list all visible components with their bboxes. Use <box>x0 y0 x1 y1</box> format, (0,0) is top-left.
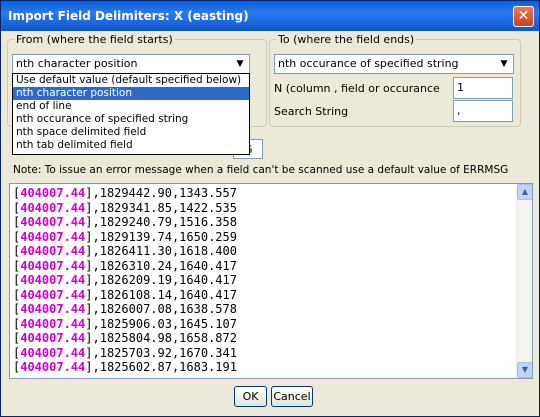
listing-line: [404007.44],1826007.08,1638.578 <box>13 302 237 316</box>
listing-line: [404007.44],1829139.74,1650.259 <box>13 229 237 244</box>
listing-line: [404007.44],1826411.30,1618.400 <box>13 244 237 258</box>
errmsg-note: Note: To issue an error message when a f… <box>13 164 509 176</box>
from-dropdown-list[interactable]: Use default value (default specified bel… <box>12 73 250 155</box>
scanned-field-highlight: 404007.44 <box>20 360 86 374</box>
scanned-field-highlight: 404007.44 <box>20 186 86 200</box>
from-group-label: From (where the field starts) <box>14 33 175 46</box>
scanned-field-highlight: 404007.44 <box>20 331 86 345</box>
to-group-label: To (where the field ends) <box>276 33 417 46</box>
listing-line: [404007.44],1825602.87,1683.191 <box>13 360 237 374</box>
listing-line: [404007.44],1825804.98,1658.872 <box>13 331 237 345</box>
cancel-button[interactable]: Cancel <box>271 386 313 407</box>
from-option[interactable]: Use default value (default specified bel… <box>13 74 249 87</box>
to-combo-value: nth occurance of specified string <box>278 57 459 70</box>
data-preview-listing[interactable]: [404007.44],1829442.90,1343.557 [404007.4… <box>9 183 533 379</box>
window-title: Import Field Delimiters: X (easting) <box>8 9 249 23</box>
from-combo[interactable]: nth character position ▼ <box>12 54 250 74</box>
import-field-delimiters-dialog: Import Field Delimiters: X (easting) ✕ F… <box>0 0 540 417</box>
scanned-field-highlight: 404007.44 <box>20 200 86 215</box>
from-option[interactable]: nth occurance of specified string <box>13 113 249 126</box>
n-field-value: 1 <box>457 81 464 94</box>
from-option[interactable]: nth space delimited field <box>13 126 249 139</box>
scanned-field-highlight: 404007.44 <box>20 258 86 273</box>
listing-line: [404007.44],1826310.24,1640.417 <box>13 258 237 273</box>
listing-lines: [404007.44],1829442.90,1343.557 [404007.4… <box>13 186 518 375</box>
listing-line: [404007.44],1825703.92,1670.341 <box>13 345 237 360</box>
scroll-down-icon[interactable]: ▼ <box>517 362 532 378</box>
search-string-value: , <box>457 104 461 117</box>
ok-button[interactable]: OK <box>234 386 267 407</box>
scanned-field-highlight: 404007.44 <box>20 302 86 316</box>
scanned-field-highlight: 404007.44 <box>20 273 86 287</box>
n-field[interactable]: 1 <box>453 77 513 99</box>
scanned-field-highlight: 404007.44 <box>20 215 86 229</box>
search-string-label: Search String <box>274 105 349 118</box>
scanned-field-highlight: 404007.44 <box>20 287 86 302</box>
listing-line: [404007.44],1826108.14,1640.417 <box>13 287 237 302</box>
listing-line: [404007.44],1825906.03,1645.107 <box>13 316 237 331</box>
title-bar[interactable]: Import Field Delimiters: X (easting) ✕ <box>1 1 539 31</box>
search-string-field[interactable]: , <box>453 100 513 122</box>
listing-line: [404007.44],1829442.90,1343.557 <box>13 186 237 200</box>
from-option[interactable]: end of line <box>13 100 249 113</box>
chevron-down-icon[interactable]: ▼ <box>496 56 512 72</box>
from-option-selected[interactable]: nth character position <box>13 87 249 100</box>
listing-line: [404007.44],1829240.79,1516.358 <box>13 215 237 229</box>
scanned-field-highlight: 404007.44 <box>20 229 86 244</box>
scanned-field-highlight: 404007.44 <box>20 345 86 360</box>
chevron-down-icon[interactable]: ▼ <box>232 56 248 72</box>
listing-line: [404007.44],1826209.19,1640.417 <box>13 273 237 287</box>
n-label: N (column , field or occurance <box>274 82 440 95</box>
to-combo[interactable]: nth occurance of specified string ▼ <box>274 54 514 74</box>
vertical-scrollbar[interactable]: ▲ ▼ <box>516 184 532 378</box>
listing-line: [404007.44],1829341.85,1422.535 <box>13 200 237 215</box>
from-combo-value: nth character position <box>16 57 138 70</box>
scanned-field-highlight: 404007.44 <box>20 244 86 258</box>
from-option[interactable]: nth tab delimited field <box>13 139 249 152</box>
scroll-up-icon[interactable]: ▲ <box>517 184 532 200</box>
close-button[interactable]: ✕ <box>513 6 534 27</box>
scanned-field-highlight: 404007.44 <box>20 316 86 331</box>
